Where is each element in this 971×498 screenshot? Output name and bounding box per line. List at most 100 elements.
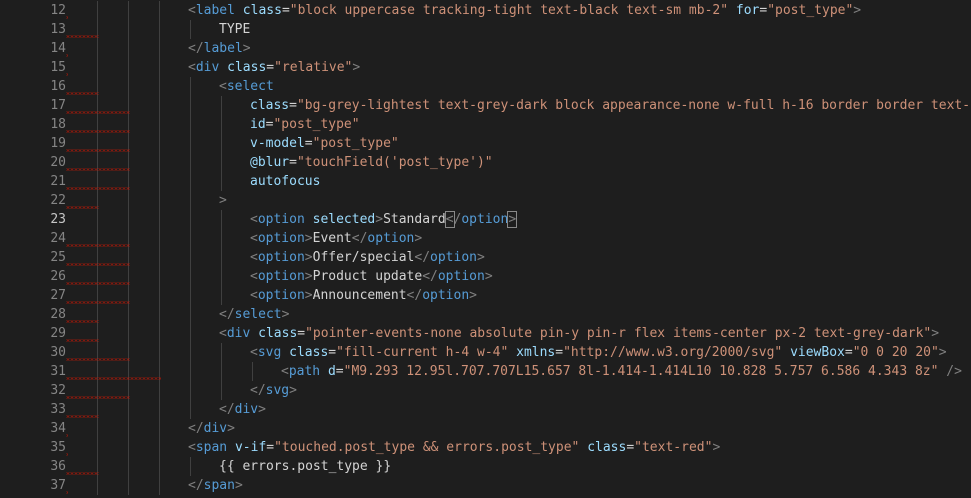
code-line[interactable]: 28 </select>: [0, 305, 971, 324]
code-line[interactable]: 21 autofocus: [0, 172, 971, 191]
code-line[interactable]: 37 </span>: [0, 476, 971, 495]
line-number-text: 36: [50, 459, 66, 474]
code-text: </svg>: [250, 381, 297, 400]
lint-squiggle: [66, 244, 130, 247]
line-number: 22: [0, 191, 66, 210]
lint-squiggle: [66, 111, 130, 114]
code-text: class="bg-grey-lightest text-grey-dark b…: [250, 96, 971, 115]
line-number: 32: [0, 381, 66, 400]
tag-name: label: [195, 3, 235, 18]
code-line[interactable]: 13 TYPE: [0, 20, 971, 39]
code-line[interactable]: 17 class="bg-grey-lightest text-grey-dark…: [0, 96, 971, 115]
lint-squiggle: [66, 263, 130, 266]
code-text: <option>Offer/special</option>: [250, 248, 485, 267]
indent-guide: [159, 438, 160, 457]
code-line[interactable]: 35 <span v-if="touched.post_type && error…: [0, 438, 971, 457]
line-number: 18: [0, 115, 66, 134]
text-token: =: [289, 155, 297, 170]
indent-guide: [159, 96, 160, 115]
code-text: <div class="relative">: [188, 58, 360, 77]
indent-guide: [190, 20, 191, 39]
tag-bracket: </: [406, 288, 423, 303]
indent-guide: [190, 286, 191, 305]
code-line[interactable]: 26 <option>Product update</option>: [0, 267, 971, 286]
line-number: 19: [0, 134, 66, 153]
code-line[interactable]: 18 id="post_type": [0, 115, 971, 134]
indent-guide: [128, 1, 129, 20]
code-text: {{ errors.post_type }}: [219, 457, 391, 476]
text-token: =: [335, 364, 344, 379]
code-text: <label class="block uppercase tracking-t…: [188, 1, 861, 20]
code-line[interactable]: 24 <option>Event</option>: [0, 229, 971, 248]
line-number: 35: [0, 438, 66, 457]
lint-squiggle: [66, 415, 99, 418]
string-value: "touched.post_type && errors.post_type": [274, 440, 580, 455]
tag-bracket: >: [938, 345, 947, 360]
attribute-name: v-model: [250, 136, 305, 151]
line-number-text: 24: [50, 231, 66, 246]
tag-bracket: </: [188, 478, 204, 493]
tag-bracket: </: [414, 250, 431, 265]
code-line[interactable]: 27 <option>Announcement</option>: [0, 286, 971, 305]
text-token: =: [626, 440, 635, 455]
tag-bracket: <: [250, 231, 258, 246]
code-line[interactable]: 33 </div>: [0, 400, 971, 419]
code-line[interactable]: 25 <option>Offer/special</option>: [0, 248, 971, 267]
code-line[interactable]: 15 <div class="relative">: [0, 58, 971, 77]
code-line[interactable]: 29 <div class="pointer-events-none absolu…: [0, 324, 971, 343]
code-text: </div>: [188, 419, 235, 438]
indent-guide: [221, 267, 222, 286]
lint-squiggle: [66, 491, 68, 494]
lint-squiggle: [66, 73, 68, 76]
code-line[interactable]: 19 v-model="post_type": [0, 134, 971, 153]
tag-name: select: [234, 307, 282, 322]
tag-name: option: [257, 288, 305, 303]
code-line[interactable]: 36 {{ errors.post_type }}: [0, 457, 971, 476]
indent-guide: [190, 96, 191, 115]
tag-bracket: <: [219, 79, 227, 94]
code-text: <path d="M9.293 12.95l.707.707L15.657 8l…: [281, 362, 962, 381]
indent-guide: [190, 77, 191, 96]
string-value: "block uppercase tracking-tight text-bla…: [289, 3, 729, 18]
line-number: 37: [0, 476, 66, 495]
indent-guide: [159, 267, 160, 286]
text-token: =: [266, 60, 275, 75]
text-token: =: [304, 136, 313, 151]
code-line[interactable]: 20 @blur="touchField('post_type')": [0, 153, 971, 172]
attribute-name: class: [289, 345, 329, 360]
bracket-match: >: [507, 211, 518, 228]
code-line[interactable]: 31 <path d="M9.293 12.95l.707.707L15.657 …: [0, 362, 971, 381]
indent-guide: [128, 305, 129, 324]
code-text: <option>Event</option>: [250, 229, 422, 248]
line-number: 29: [0, 324, 66, 343]
line-number: 26: [0, 267, 66, 286]
code-line[interactable]: 14 </label>: [0, 39, 971, 58]
tag-bracket: >: [352, 60, 361, 75]
line-number: 24: [0, 229, 66, 248]
text-token: =: [297, 326, 306, 341]
code-text: <svg class="fill-current h-4 w-4" xmlns=…: [250, 343, 947, 362]
code-line[interactable]: 12 <label class="block uppercase tracking…: [0, 1, 971, 20]
code-line[interactable]: 22 >: [0, 191, 971, 210]
tag-bracket: >: [281, 307, 290, 322]
string-value: "text-red": [634, 440, 713, 455]
indent-guide: [159, 153, 160, 172]
text-token: =: [555, 345, 564, 360]
tag-name: option: [422, 288, 470, 303]
tag-bracket: >: [258, 402, 266, 417]
indent-guide: [221, 248, 222, 267]
code-editor[interactable]: 12 <label class="block uppercase tracking…: [0, 0, 971, 498]
indent-guide: [221, 343, 222, 362]
tag-bracket: </: [188, 421, 204, 436]
line-number-text: 14: [50, 41, 66, 56]
indent-guide: [128, 457, 129, 476]
code-line[interactable]: 32 </svg>: [0, 381, 971, 400]
code-line[interactable]: 34 </div>: [0, 419, 971, 438]
text-token: Event: [312, 231, 352, 246]
indent-guide: [97, 419, 98, 438]
code-line[interactable]: 16 <select: [0, 77, 971, 96]
code-line[interactable]: 30 <svg class="fill-current h-4 w-4" xmln…: [0, 343, 971, 362]
code-line[interactable]: 23 <option selected>Standard</option>: [0, 210, 971, 229]
